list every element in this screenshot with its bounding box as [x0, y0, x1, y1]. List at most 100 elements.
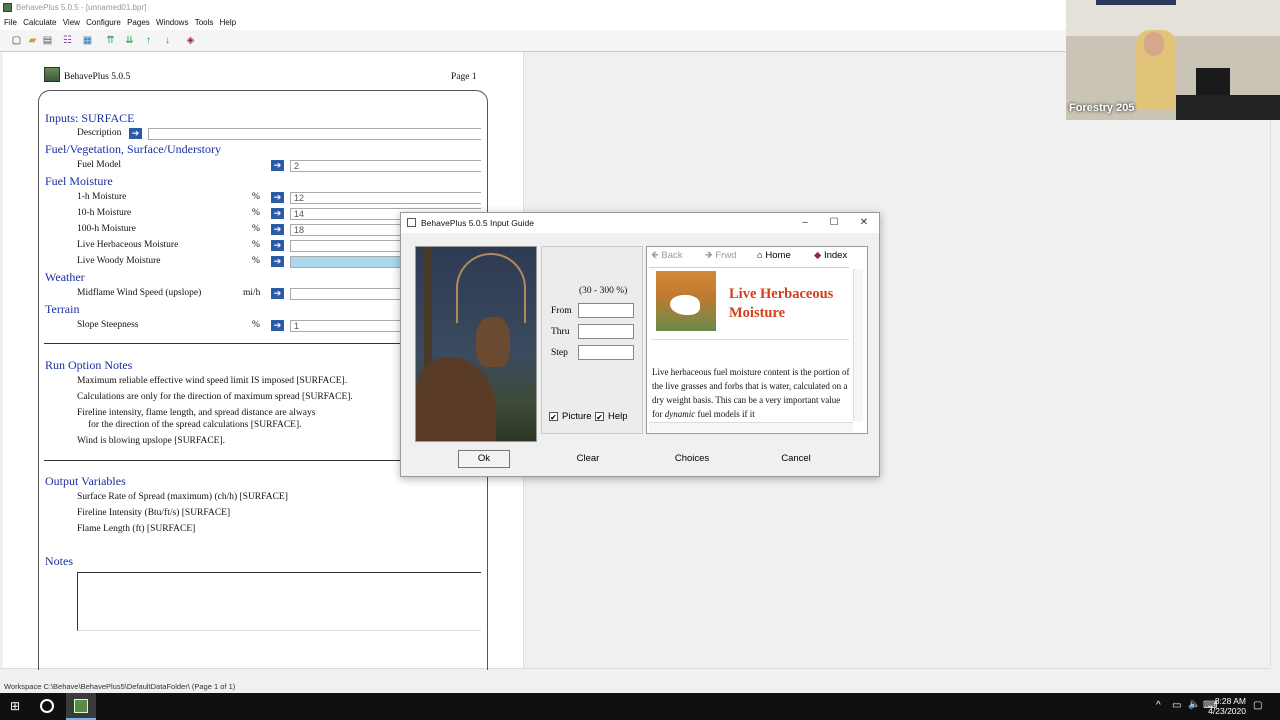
100h-moisture-label: 100-h Moisture [77, 224, 136, 234]
vertical-scrollbar[interactable] [1270, 52, 1280, 668]
screen-edge [1096, 0, 1176, 5]
maximize-icon[interactable]: ☐ [826, 215, 842, 231]
choices-button[interactable]: Choices [664, 450, 720, 468]
step-field[interactable] [578, 345, 634, 360]
menu-calculate[interactable]: Calculate [23, 15, 56, 30]
guide-book-icon[interactable]: ◈ [184, 34, 197, 47]
picture-checkbox-label: Picture [562, 411, 592, 422]
unit-label: % [252, 320, 260, 330]
section-terrain: Terrain [45, 302, 80, 316]
arrow-right-icon[interactable]: ➔ [271, 224, 284, 235]
volume-icon[interactable]: 🔈 [1188, 699, 1200, 710]
section-weather: Weather [45, 270, 85, 284]
1h-moisture-field[interactable]: 12 [290, 192, 481, 204]
divider [649, 267, 849, 268]
slope-label: Slope Steepness [77, 320, 139, 330]
output-variable: Fireline Intensity (Btu/ft/s) [SURFACE] [77, 508, 231, 518]
elk-picture [415, 246, 537, 442]
print-icon[interactable]: ▤ [41, 34, 54, 47]
menu-configure[interactable]: Configure [86, 15, 121, 30]
forward-arrow-icon: 🡺 [705, 250, 713, 261]
from-field[interactable] [578, 303, 634, 318]
network-icon[interactable]: ▭ [1172, 700, 1181, 711]
inputs-title: Inputs: SURFACE [45, 111, 135, 125]
from-label: From [551, 306, 572, 316]
elk-head [476, 317, 510, 367]
book-icon: ◆ [814, 250, 822, 261]
menu-windows[interactable]: Windows [156, 15, 188, 30]
index-button[interactable]: ◆ Index [814, 247, 858, 265]
presenter-head [1144, 32, 1164, 56]
clear-button[interactable]: Clear [561, 450, 615, 468]
arrow-right-icon[interactable]: ➔ [271, 192, 284, 203]
run-note: Wind is blowing upslope [SURFACE]. [77, 436, 226, 446]
first-page-icon[interactable]: ⇈ [104, 34, 117, 47]
arrow-right-icon[interactable]: ➔ [271, 208, 284, 219]
swan-body [670, 295, 700, 315]
forward-button[interactable]: 🡺 Frwd [705, 247, 749, 265]
home-button[interactable]: ⌂ Home [757, 247, 801, 265]
clock-time: 8:28 AM [1214, 696, 1246, 706]
app-logo-icon [44, 67, 60, 82]
open-folder-icon[interactable]: ▰ [26, 34, 39, 47]
notifications-icon[interactable]: ▢ [1253, 700, 1262, 711]
monitor [1196, 68, 1230, 98]
description-label: Description [77, 128, 122, 138]
arrow-right-icon[interactable]: ➔ [271, 288, 284, 299]
run-note: Fireline intensity, flame length, and sp… [77, 408, 316, 418]
fuel-model-field[interactable]: 2 [290, 160, 481, 172]
clock[interactable]: 8:28 AM 4/23/2020 [1204, 696, 1246, 716]
menu-file[interactable]: File [4, 15, 17, 30]
configure-icon[interactable]: ☷ [61, 34, 74, 47]
back-button[interactable]: 🡸 Back [651, 247, 693, 265]
help-horizontal-scrollbar[interactable] [649, 422, 853, 432]
unit-label: % [252, 192, 260, 202]
menu-pages[interactable]: Pages [127, 15, 150, 30]
antlers [456, 253, 526, 323]
minimize-icon[interactable]: – [797, 215, 813, 231]
index-button-label: Index [823, 250, 848, 261]
arrow-right-icon[interactable]: ➔ [271, 320, 284, 331]
thru-field[interactable] [578, 324, 634, 339]
menu-help[interactable]: Help [220, 15, 236, 30]
output-variable: Surface Rate of Spread (maximum) (ch/h) … [77, 492, 288, 502]
help-topic-title: Live Herbaceous Moisture [729, 286, 834, 321]
menu-view[interactable]: View [63, 15, 80, 30]
back-arrow-icon: 🡸 [651, 250, 659, 261]
description-field[interactable] [148, 128, 481, 140]
help-checkbox[interactable]: ✔ [595, 412, 604, 422]
status-text: Workspace C:\Behave\BehavePlus5\DefaultD… [4, 682, 236, 691]
search-icon[interactable] [40, 699, 54, 713]
step-label: Step [551, 348, 568, 358]
windows-start-icon[interactable]: ⊞ [10, 700, 23, 713]
live-woody-moisture-label: Live Woody Moisture [77, 256, 161, 266]
tray-chevron-icon[interactable]: ^ [1156, 700, 1161, 711]
arrow-right-icon[interactable]: ➔ [271, 160, 284, 171]
ok-button[interactable]: Ok [458, 450, 510, 468]
unit-label: mi/h [243, 288, 261, 298]
prev-page-icon[interactable]: ↑ [142, 34, 155, 47]
unit-label: % [252, 224, 260, 234]
notes-field[interactable] [77, 572, 481, 631]
podium [1176, 95, 1280, 120]
cancel-button[interactable]: Cancel [769, 450, 823, 468]
next-page-icon[interactable]: ↓ [161, 34, 174, 47]
taskbar-behaveplus-app[interactable] [66, 693, 96, 720]
1h-moisture-label: 1-h Moisture [77, 192, 127, 202]
menu-tools[interactable]: Tools [195, 15, 214, 30]
wind-speed-label: Midflame Wind Speed (upslope) [77, 288, 202, 298]
taskbar: ⊞ ^ ▭ 🔈 ⌨ 8:28 AM 4/23/2020 ▢ [0, 693, 1280, 720]
status-bar: Workspace C:\Behave\BehavePlus5\DefaultD… [0, 680, 1280, 693]
close-icon[interactable]: ✕ [856, 215, 872, 231]
picture-checkbox[interactable]: ✔ [549, 412, 558, 422]
arrow-right-icon[interactable]: ➔ [271, 240, 284, 251]
run-notes-title: Run Option Notes [45, 358, 133, 372]
new-file-icon[interactable]: ▢ [10, 34, 23, 47]
arrow-right-icon[interactable]: ➔ [271, 256, 284, 267]
arrow-right-icon[interactable]: ➔ [129, 128, 142, 139]
range-label: (30 - 300 %) [579, 286, 628, 296]
last-page-icon[interactable]: ⇊ [123, 34, 136, 47]
help-vertical-scrollbar[interactable] [853, 269, 863, 421]
calculate-icon[interactable]: ▦ [81, 34, 94, 47]
page-number: Page 1 [451, 72, 477, 82]
